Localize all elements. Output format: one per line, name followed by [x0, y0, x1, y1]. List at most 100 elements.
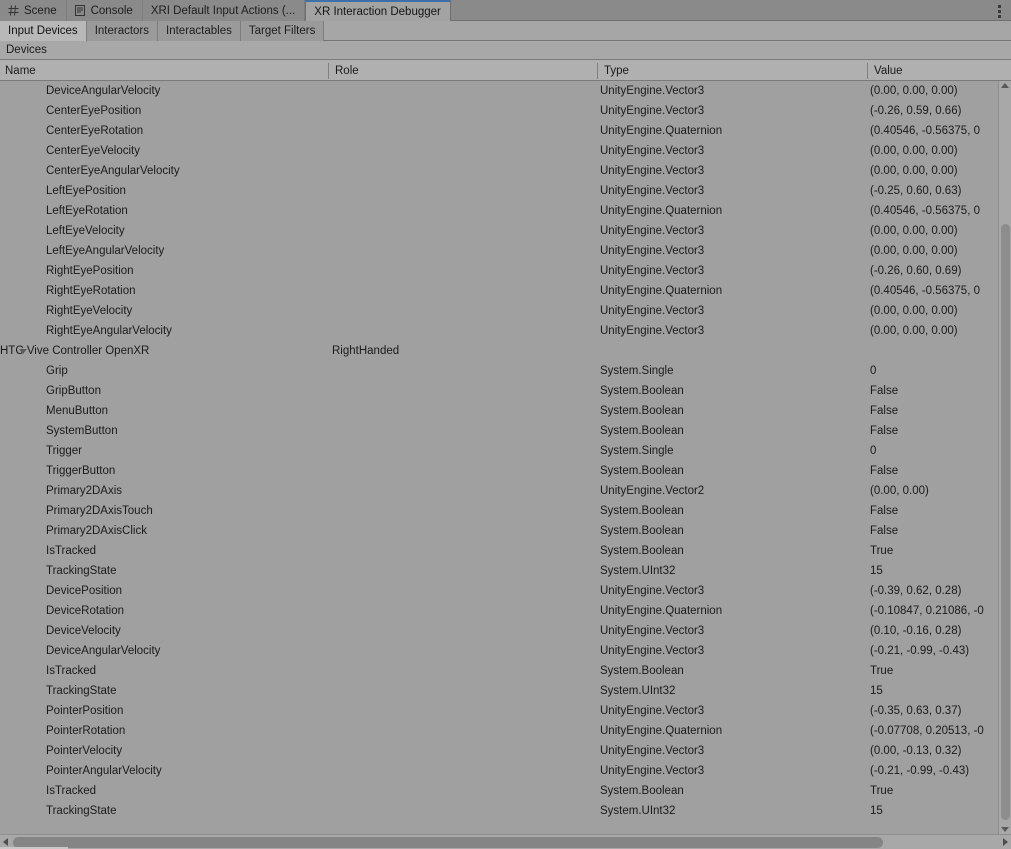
window-tab-bar: Scene Console XRI Default Input Actions … [0, 0, 1011, 21]
device-property-row[interactable]: LeftEyeVelocity UnityEngine.Vector3 (0.00,… [0, 221, 1011, 241]
row-type: System.Single [600, 365, 674, 377]
vertical-scrollbar-thumb[interactable] [1001, 224, 1010, 820]
row-name: Grip [0, 361, 328, 381]
device-property-row[interactable]: PointerRotation UnityEngine.Quaternion (-0… [0, 721, 1011, 741]
device-property-row[interactable]: RightEyeRotation UnityEngine.Quaternion (0… [0, 281, 1011, 301]
row-role [332, 581, 598, 601]
column-divider-role-type[interactable] [597, 63, 598, 79]
device-property-row[interactable]: PointerPosition UnityEngine.Vector3 (-0.35… [0, 701, 1011, 721]
row-name: RightEyeAngularVelocity [0, 321, 328, 341]
device-property-row[interactable]: DevicePosition UnityEngine.Vector3 (-0.39,… [0, 581, 1011, 601]
row-name: GripButton [0, 381, 328, 401]
caret-right-icon[interactable] [1003, 838, 1008, 846]
window-tab-filler [450, 0, 1011, 20]
device-property-row[interactable]: TrackingState System.UInt32 15 [0, 561, 1011, 581]
device-property-row[interactable]: GripButton System.Boolean False [0, 381, 1011, 401]
horizontal-scrollbar[interactable] [0, 834, 1011, 849]
row-role [332, 161, 598, 181]
row-role [332, 741, 598, 761]
row-name: DeviceVelocity [0, 621, 328, 641]
column-divider-type-value[interactable] [867, 63, 868, 79]
row-name: RightEyeRotation [0, 281, 328, 301]
tab-scene[interactable]: Scene [0, 0, 67, 21]
column-header-type[interactable]: Type [599, 60, 867, 81]
device-property-row[interactable]: DeviceAngularVelocity UnityEngine.Vector3… [0, 81, 1011, 101]
kebab-menu-icon[interactable] [992, 4, 1006, 18]
subtab-interactors[interactable]: Interactors [86, 21, 159, 41]
device-property-row[interactable]: TrackingState System.UInt32 15 [0, 681, 1011, 701]
row-name: HTC Vive Controller OpenXR [0, 341, 328, 361]
row-role [332, 601, 598, 621]
device-property-row[interactable]: CenterEyeRotation UnityEngine.Quaternion (… [0, 121, 1011, 141]
device-property-row[interactable]: CenterEyeAngularVelocity UnityEngine.Vect… [0, 161, 1011, 181]
device-property-row[interactable]: IsTracked System.Boolean True [0, 541, 1011, 561]
subtab-input-devices[interactable]: Input Devices [0, 21, 87, 41]
device-property-row[interactable]: Grip System.Single 0 [0, 361, 1011, 381]
row-role [332, 661, 598, 681]
device-property-row[interactable]: Primary2DAxisClick System.Boolean False [0, 521, 1011, 541]
device-group-row[interactable]: HTC Vive Controller OpenXR RightHanded [0, 341, 1011, 361]
device-property-row[interactable]: LeftEyeRotation UnityEngine.Quaternion (0.… [0, 201, 1011, 221]
row-type: UnityEngine.Vector3 [600, 245, 705, 257]
row-name: PointerAngularVelocity [0, 761, 328, 781]
row-role [332, 521, 598, 541]
device-property-row[interactable]: LeftEyeAngularVelocity UnityEngine.Vector… [0, 241, 1011, 261]
device-property-row[interactable]: LeftEyePosition UnityEngine.Vector3 (-0.25… [0, 181, 1011, 201]
device-property-row[interactable]: TriggerButton System.Boolean False [0, 461, 1011, 481]
column-header-role[interactable]: Role [330, 60, 596, 81]
row-role [332, 761, 598, 781]
device-property-row[interactable]: DeviceAngularVelocity UnityEngine.Vector3… [0, 641, 1011, 661]
device-property-row[interactable]: IsTracked System.Boolean True [0, 781, 1011, 801]
row-value: 15 [870, 805, 883, 817]
device-property-row[interactable]: TrackingState System.UInt32 15 [0, 801, 1011, 821]
row-type: UnityEngine.Quaternion [600, 605, 723, 617]
row-role [332, 141, 598, 161]
device-property-row[interactable]: DeviceVelocity UnityEngine.Vector3 (0.10, … [0, 621, 1011, 641]
device-property-row[interactable]: MenuButton System.Boolean False [0, 401, 1011, 421]
row-name: IsTracked [0, 541, 328, 561]
column-header-name[interactable]: Name [0, 60, 328, 81]
row-name-label: Trigger [46, 445, 82, 457]
tab-xr-interaction-debugger[interactable]: XR Interaction Debugger [305, 0, 451, 21]
device-property-row[interactable]: RightEyeVelocity UnityEngine.Vector3 (0.00… [0, 301, 1011, 321]
subtab-target-filters[interactable]: Target Filters [240, 21, 325, 41]
device-tree[interactable]: DeviceAngularVelocity UnityEngine.Vector3… [0, 81, 1011, 834]
column-header-value[interactable]: Value [869, 60, 1009, 81]
row-value: (0.00, 0.00, 0.00) [870, 325, 958, 337]
chevron-down-icon[interactable] [19, 349, 27, 354]
row-name-label: IsTracked [46, 785, 97, 797]
subtab-interactables-label: Interactables [166, 25, 232, 37]
tab-console[interactable]: Console [66, 0, 143, 21]
column-header-role-label: Role [335, 64, 359, 77]
device-property-row[interactable]: RightEyePosition UnityEngine.Vector3 (-0.2… [0, 261, 1011, 281]
device-property-row[interactable]: IsTracked System.Boolean True [0, 661, 1011, 681]
sub-tab-bar: Input Devices Interactors Interactables … [0, 21, 1011, 41]
device-property-row[interactable]: Trigger System.Single 0 [0, 441, 1011, 461]
device-property-row[interactable]: SystemButton System.Boolean False [0, 421, 1011, 441]
horizontal-scrollbar-thumb[interactable] [13, 837, 883, 848]
row-type: UnityEngine.Vector3 [600, 185, 705, 197]
column-divider-name-role[interactable] [328, 63, 329, 79]
caret-left-icon[interactable] [3, 838, 8, 846]
device-property-row[interactable]: Primary2DAxisTouch System.Boolean False [0, 501, 1011, 521]
row-name: CenterEyeAngularVelocity [0, 161, 328, 181]
tab-xri-default-input-actions[interactable]: XRI Default Input Actions (... [142, 0, 306, 21]
tab-console-label: Console [90, 4, 133, 17]
row-role [332, 801, 598, 821]
device-property-row[interactable]: RightEyeAngularVelocity UnityEngine.Vecto… [0, 321, 1011, 341]
device-property-row[interactable]: DeviceRotation UnityEngine.Quaternion (-0.… [0, 601, 1011, 621]
row-type: System.Boolean [600, 465, 684, 477]
row-type: UnityEngine.Vector3 [600, 85, 705, 97]
vertical-scrollbar[interactable] [998, 81, 1011, 834]
row-name: TrackingState [0, 801, 328, 821]
caret-down-icon[interactable] [1001, 827, 1009, 832]
device-property-row[interactable]: Primary2DAxis UnityEngine.Vector2 (0.00, 0… [0, 481, 1011, 501]
row-value: False [870, 465, 899, 477]
device-property-row[interactable]: PointerAngularVelocity UnityEngine.Vector… [0, 761, 1011, 781]
device-property-row[interactable]: PointerVelocity UnityEngine.Vector3 (0.00,… [0, 741, 1011, 761]
device-property-row[interactable]: CenterEyePosition UnityEngine.Vector3 (-0.… [0, 101, 1011, 121]
row-name: PointerVelocity [0, 741, 328, 761]
subtab-interactables[interactable]: Interactables [158, 21, 241, 41]
device-property-row[interactable]: CenterEyeVelocity UnityEngine.Vector3 (0.0… [0, 141, 1011, 161]
caret-up-icon[interactable] [1001, 83, 1009, 88]
